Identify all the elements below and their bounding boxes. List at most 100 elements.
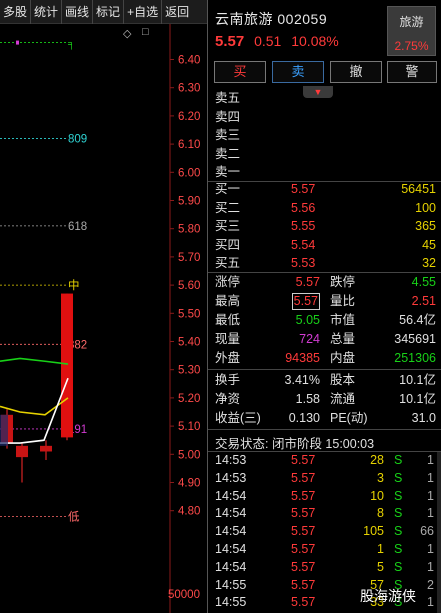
stat-label: 涨停 <box>215 275 241 289</box>
tick-volume: 8 <box>377 506 384 521</box>
sell-level-row[interactable]: 卖五 <box>208 89 441 108</box>
tick-row[interactable]: 14:54 5.57 5 S 1 <box>208 559 441 577</box>
sell-level-label: 卖四 <box>215 109 241 124</box>
tick-price: 5.57 <box>291 453 316 467</box>
stat-label: 量比 <box>330 294 356 308</box>
sell-level-row[interactable]: 卖三 <box>208 126 441 145</box>
stock-name-code: 云南旅游 002059 <box>215 11 328 27</box>
price-label: 5.90 <box>178 196 200 208</box>
stat-label: 市值 <box>330 313 356 327</box>
tick-side: S <box>394 506 403 521</box>
tick-side: S <box>394 541 403 556</box>
tick-row[interactable]: 14:54 5.57 105 S 66 <box>208 523 441 541</box>
tick-count: 2 <box>427 577 434 592</box>
fundamental-value: 10.1亿 <box>399 392 436 406</box>
tick-price: 5.57 <box>291 577 316 592</box>
tick-side: S <box>394 559 403 574</box>
square-icon[interactable]: □ <box>142 26 149 38</box>
price-label: 5.10 <box>178 421 200 433</box>
back-button[interactable]: 返回 <box>162 0 192 24</box>
draw-line-button[interactable]: 画线 <box>62 0 94 24</box>
tick-volume: 3 <box>377 470 384 485</box>
tick-count: 1 <box>427 559 434 574</box>
price-label: 6.00 <box>178 167 200 179</box>
tick-price: 5.57 <box>291 470 316 485</box>
buy-level-label: 买三 <box>215 219 241 233</box>
fundamental-value: 31.0 <box>411 411 436 425</box>
tick-scrollbar[interactable] <box>437 452 441 613</box>
stats-table: 涨停 5.57 跌停 4.55 最高 5.57 量比 2.51 最低 5.05 市值 56.4亿 现量 7… <box>208 273 441 368</box>
sell-level-row[interactable]: 卖二 <box>208 145 441 164</box>
trade-status: 交易状态: 闭市阶段 15:00:03 <box>215 437 375 451</box>
sector-badge[interactable]: 旅游 2.75% <box>387 6 436 56</box>
tick-row[interactable]: 14:54 5.57 10 S 1 <box>208 488 441 506</box>
stock-change-pct: 10.08% <box>291 33 339 49</box>
tick-row[interactable]: 14:53 5.57 3 S 1 <box>208 470 441 488</box>
tick-row[interactable]: 14:53 5.57 28 S 1 <box>208 452 441 470</box>
sell-button[interactable]: 卖 <box>272 61 324 83</box>
tick-count: 1 <box>427 595 434 610</box>
fib-level-label: 809 <box>68 133 87 145</box>
price-label: 5.40 <box>178 337 200 349</box>
add-watchlist-button[interactable]: +自选 <box>124 0 163 24</box>
stat-row: 最低 5.05 市值 56.4亿 <box>208 311 441 330</box>
stat-value: 94385 <box>285 351 320 365</box>
buy-level-row[interactable]: 买一 5.57 56451 <box>208 180 441 199</box>
buy-level-volume: 365 <box>415 219 436 233</box>
diamond-icon[interactable]: ◇ <box>123 27 131 40</box>
tick-row[interactable]: 14:54 5.57 8 S 1 <box>208 505 441 523</box>
sell-level-row[interactable]: 卖四 <box>208 108 441 127</box>
buy-level-row[interactable]: 买五 5.53 32 <box>208 254 441 273</box>
tick-time: 14:53 <box>215 453 247 467</box>
multi-stock-button[interactable]: 多股 <box>0 0 32 24</box>
price-label: 4.80 <box>178 506 200 518</box>
alert-button[interactable]: 警 <box>387 61 437 83</box>
fib-level-label: 中 <box>68 279 80 292</box>
stat-label: 跌停 <box>330 275 356 289</box>
volume-axis-label: 50000 <box>168 589 200 601</box>
tick-row[interactable]: 14:54 5.57 1 S 1 <box>208 541 441 559</box>
buy-button[interactable]: 买 <box>214 61 266 83</box>
tick-price: 5.57 <box>291 488 316 503</box>
statistics-button[interactable]: 统计 <box>31 0 63 24</box>
cancel-order-button[interactable]: 撤 <box>330 61 382 83</box>
stat-label: 总量 <box>330 332 356 346</box>
price-label: 6.40 <box>178 55 200 67</box>
buy-level-row[interactable]: 买四 5.54 45 <box>208 236 441 255</box>
stock-change: 0.51 <box>254 33 282 49</box>
mark-button[interactable]: 标记 <box>93 0 125 24</box>
stock-price-line: 5.57 0.51 10.08% <box>215 33 339 50</box>
tick-time: 14:54 <box>215 506 247 521</box>
sell-order-book: 卖五 卖四卖三 卖二 卖一 <box>208 89 441 182</box>
buy-level-label: 买四 <box>215 237 241 252</box>
fundamental-label: 股本 <box>330 373 356 387</box>
buy-level-price: 5.56 <box>291 200 316 215</box>
stat-row: 涨停 5.57 跌停 4.55 <box>208 273 441 292</box>
stat-value: 2.51 <box>411 294 436 308</box>
stat-label: 最高 <box>215 294 241 308</box>
tick-side: S <box>394 488 403 503</box>
sector-pct: 2.75% <box>394 39 429 53</box>
buy-level-price: 5.53 <box>291 256 316 270</box>
buy-level-volume: 45 <box>422 237 436 252</box>
fundamental-row: 换手 3.41% 股本 10.1亿 <box>208 371 441 390</box>
tick-price: 5.57 <box>291 541 316 556</box>
tick-price: 5.57 <box>291 506 316 521</box>
sector-name: 旅游 <box>399 15 424 29</box>
tick-volume: 1 <box>377 541 384 556</box>
sell-level-row[interactable]: 卖一 <box>208 163 441 182</box>
fib-level-label: 618 <box>68 221 87 233</box>
price-label: 5.80 <box>178 224 200 236</box>
chart-toolbar: 多股 统计 画线 标记 +自选 返回 <box>0 0 207 24</box>
fundamental-label: PE(动) <box>330 411 368 425</box>
marker-dot <box>16 40 19 45</box>
tick-volume: 105 <box>363 524 384 539</box>
buy-level-row[interactable]: 买三 5.55 365 <box>208 217 441 236</box>
buy-level-row[interactable]: 买二 5.56 100 <box>208 199 441 218</box>
fundamental-label: 流通 <box>330 392 356 406</box>
tick-time: 14:55 <box>215 595 247 610</box>
kline-chart[interactable]: 6.40 6.30 6.20 6.10 6.00 5.90 5.80 5.70 5.60 5.50… <box>0 24 207 613</box>
tick-time: 14:54 <box>215 524 247 539</box>
buy-level-price: 5.54 <box>291 237 316 252</box>
candle-body <box>61 293 73 438</box>
